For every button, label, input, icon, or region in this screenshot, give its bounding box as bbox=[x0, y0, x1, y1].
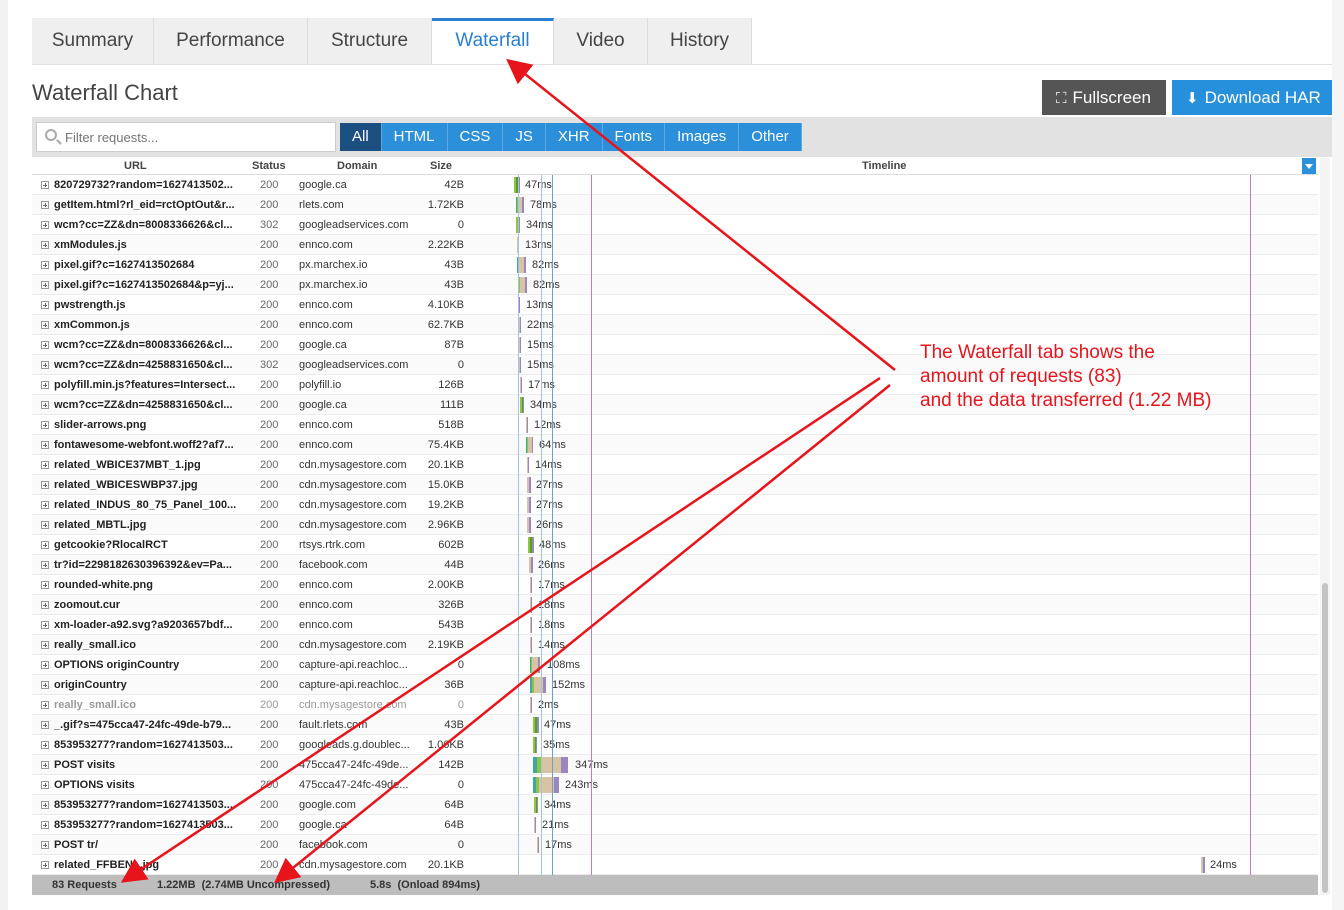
waterfall-page: Summary Performance Structure Waterfall Vide… bbox=[0, 0, 1344, 910]
arrow-to-waterfall-tab bbox=[506, 58, 896, 371]
arrow-to-request-count bbox=[120, 376, 881, 883]
right-gutter bbox=[1332, 0, 1344, 910]
annotation-arrows bbox=[120, 58, 896, 884]
arrow-to-transferred bbox=[274, 384, 891, 884]
